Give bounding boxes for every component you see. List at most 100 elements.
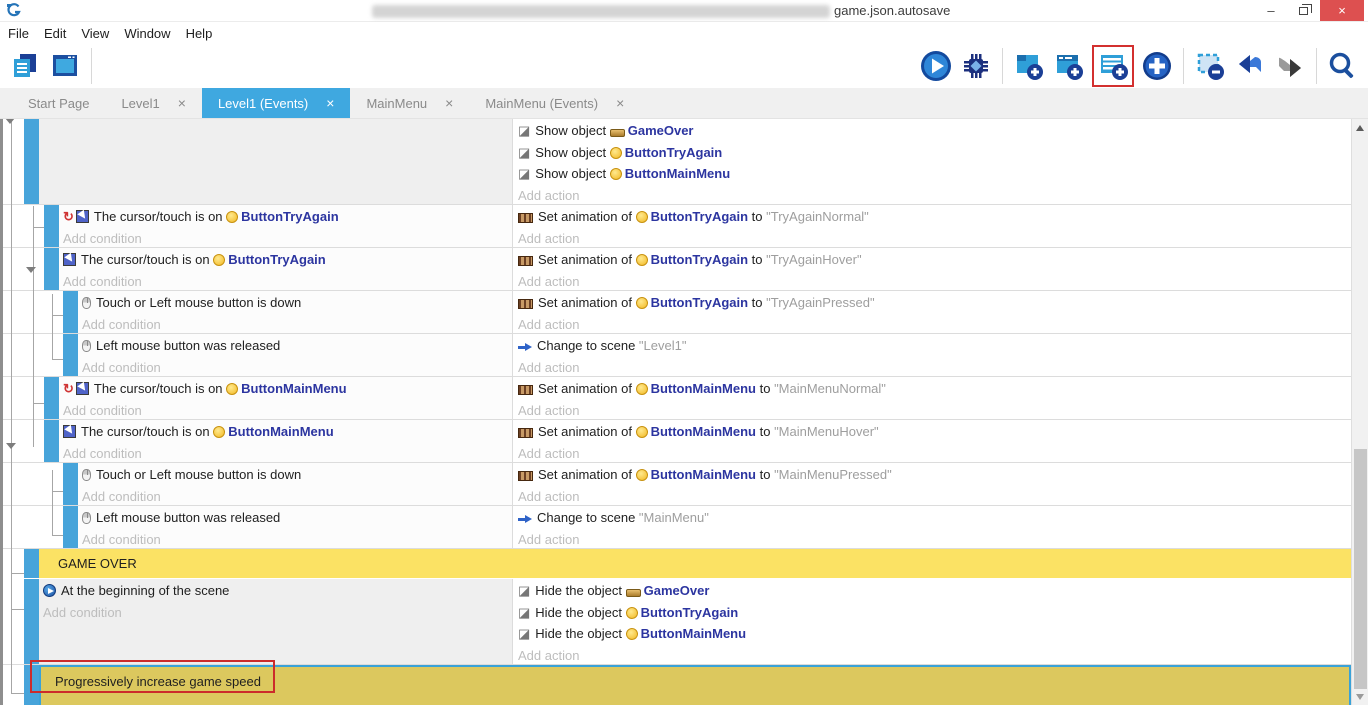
tab-level1-events[interactable]: Level1 (Events)×: [202, 88, 351, 118]
tab-close-icon[interactable]: ×: [326, 95, 334, 111]
action-line[interactable]: Set animation of ButtonMainMenu to "Main…: [518, 464, 1351, 486]
conditions-cell[interactable]: ↻The cursor/touch is on ButtonMainMenuAd…: [59, 377, 512, 419]
event-row[interactable]: ◪Show object GameOver◪Show object Button…: [3, 119, 1351, 205]
add-condition-link[interactable]: Add condition: [82, 529, 512, 549]
add-scene-button[interactable]: [1012, 49, 1046, 83]
event-row[interactable]: ↻The cursor/touch is on ButtonMainMenuAd…: [3, 377, 1351, 420]
actions-cell[interactable]: Set animation of ButtonMainMenu to "Main…: [512, 377, 1351, 419]
actions-cell[interactable]: Change to scene "MainMenu"Add action: [512, 506, 1351, 548]
event-selection-bar[interactable]: [44, 205, 59, 247]
add-action-link[interactable]: Add action: [518, 271, 1351, 291]
action-line[interactable]: Set animation of ButtonTryAgain to "TryA…: [518, 292, 1351, 314]
close-button[interactable]: ×: [1320, 0, 1364, 21]
event-row[interactable]: Left mouse button was releasedAdd condit…: [3, 506, 1351, 549]
project-manager-icon[interactable]: [8, 49, 42, 83]
comment-row[interactable]: GAME OVER: [3, 549, 1351, 579]
actions-cell[interactable]: ◪Hide the object GameOver◪Hide the objec…: [512, 579, 1351, 664]
add-action-link[interactable]: Add action: [518, 228, 1351, 248]
action-line[interactable]: Set animation of ButtonMainMenu to "Main…: [518, 421, 1351, 443]
add-action-link[interactable]: Add action: [518, 314, 1351, 334]
scroll-down-arrow-icon[interactable]: [1356, 694, 1364, 700]
event-row[interactable]: The cursor/touch is on ButtonMainMenuAdd…: [3, 420, 1351, 463]
actions-cell[interactable]: Set animation of ButtonMainMenu to "Main…: [512, 420, 1351, 462]
add-action-link[interactable]: Add action: [518, 486, 1351, 506]
search-button[interactable]: [1326, 49, 1360, 83]
add-action-link[interactable]: Add action: [518, 645, 1351, 665]
add-condition-link[interactable]: Add condition: [82, 314, 512, 334]
add-condition-link[interactable]: Add condition: [43, 602, 512, 624]
conditions-cell[interactable]: Left mouse button was releasedAdd condit…: [78, 334, 512, 376]
conditions-cell[interactable]: The cursor/touch is on ButtonTryAgainAdd…: [59, 248, 512, 290]
restore-button[interactable]: [1288, 0, 1318, 21]
action-line[interactable]: Set animation of ButtonTryAgain to "TryA…: [518, 249, 1351, 271]
add-condition-link[interactable]: Add condition: [63, 443, 512, 463]
event-selection-bar[interactable]: [63, 291, 78, 333]
tab-mainmenu[interactable]: MainMenu×: [350, 88, 469, 118]
conditions-cell[interactable]: Left mouse button was releasedAdd condit…: [78, 506, 512, 548]
event-selection-bar[interactable]: [44, 248, 59, 290]
action-line[interactable]: Set animation of ButtonTryAgain to "TryA…: [518, 206, 1351, 228]
remove-event-button[interactable]: [1193, 49, 1227, 83]
condition-line[interactable]: Touch or Left mouse button is down: [82, 292, 512, 314]
add-condition-link[interactable]: Add condition: [63, 271, 512, 291]
condition-line[interactable]: Left mouse button was released: [82, 507, 512, 529]
action-line[interactable]: ◪Show object ButtonTryAgain: [518, 142, 1351, 164]
preview-play-button[interactable]: [919, 49, 953, 83]
add-condition-link[interactable]: Add condition: [82, 357, 512, 377]
add-action-link[interactable]: Add action: [518, 400, 1351, 420]
event-selection-bar[interactable]: [44, 377, 59, 419]
add-external-events-button[interactable]: [1052, 49, 1086, 83]
scrollbar-thumb[interactable]: [1354, 449, 1367, 689]
actions-cell[interactable]: Change to scene "Level1"Add action: [512, 334, 1351, 376]
event-selection-bar[interactable]: [24, 665, 39, 705]
conditions-cell[interactable]: The cursor/touch is on ButtonMainMenuAdd…: [59, 420, 512, 462]
comment-text-box[interactable]: GAME OVER: [39, 549, 1351, 578]
conditions-cell[interactable]: At the beginning of the sceneAdd conditi…: [39, 579, 512, 664]
condition-line[interactable]: The cursor/touch is on ButtonMainMenu: [63, 421, 512, 443]
actions-cell[interactable]: Set animation of ButtonTryAgain to "TryA…: [512, 291, 1351, 333]
add-condition-link[interactable]: Add condition: [82, 486, 512, 506]
tab-close-icon[interactable]: ×: [178, 95, 186, 111]
undo-button[interactable]: [1233, 49, 1267, 83]
tab-level1[interactable]: Level1×: [105, 88, 202, 118]
conditions-cell[interactable]: Touch or Left mouse button is downAdd co…: [78, 291, 512, 333]
menu-window[interactable]: Window: [124, 26, 179, 41]
add-action-link[interactable]: Add action: [518, 443, 1351, 463]
condition-line[interactable]: ↻The cursor/touch is on ButtonMainMenu: [63, 378, 512, 400]
redo-button[interactable]: [1273, 49, 1307, 83]
menu-help[interactable]: Help: [186, 26, 222, 41]
event-row[interactable]: Touch or Left mouse button is downAdd co…: [3, 291, 1351, 334]
comment-row[interactable]: Progressively increase game speed: [3, 665, 1351, 705]
tab-mainmenu-events[interactable]: MainMenu (Events)×: [469, 88, 640, 118]
conditions-cell[interactable]: [39, 119, 512, 204]
add-action-link[interactable]: Add action: [518, 357, 1351, 377]
scroll-up-arrow-icon[interactable]: [1356, 125, 1364, 131]
condition-line[interactable]: Touch or Left mouse button is down: [82, 464, 512, 486]
conditions-cell[interactable]: ↻The cursor/touch is on ButtonTryAgainAd…: [59, 205, 512, 247]
condition-line[interactable]: Left mouse button was released: [82, 335, 512, 357]
minimize-button[interactable]: –: [1256, 0, 1286, 21]
add-object-button[interactable]: [1140, 49, 1174, 83]
event-selection-bar[interactable]: [44, 420, 59, 462]
actions-cell[interactable]: ◪Show object GameOver◪Show object Button…: [512, 119, 1351, 204]
actions-cell[interactable]: Set animation of ButtonMainMenu to "Main…: [512, 463, 1351, 505]
event-row[interactable]: ↻The cursor/touch is on ButtonTryAgainAd…: [3, 205, 1351, 248]
add-condition-link[interactable]: Add condition: [63, 400, 512, 420]
add-event-button[interactable]: [1097, 50, 1129, 82]
add-condition-link[interactable]: Add condition: [63, 228, 512, 248]
action-line[interactable]: ◪Hide the object ButtonTryAgain: [518, 602, 1351, 624]
actions-cell[interactable]: Set animation of ButtonTryAgain to "TryA…: [512, 205, 1351, 247]
tab-start-page[interactable]: Start Page: [12, 88, 105, 118]
debugger-button[interactable]: [959, 49, 993, 83]
tab-close-icon[interactable]: ×: [445, 95, 453, 111]
condition-line[interactable]: At the beginning of the scene: [43, 580, 512, 602]
condition-line[interactable]: ↻The cursor/touch is on ButtonTryAgain: [63, 206, 512, 228]
comment-text-box[interactable]: Progressively increase game speed: [39, 665, 1351, 705]
start-page-icon[interactable]: [48, 49, 82, 83]
action-line[interactable]: Set animation of ButtonMainMenu to "Main…: [518, 378, 1351, 400]
add-action-link[interactable]: Add action: [518, 185, 1351, 205]
event-selection-bar[interactable]: [63, 463, 78, 505]
action-line[interactable]: ◪Hide the object GameOver: [518, 580, 1351, 602]
action-line[interactable]: ◪Show object GameOver: [518, 120, 1351, 142]
event-row[interactable]: At the beginning of the sceneAdd conditi…: [3, 579, 1351, 665]
